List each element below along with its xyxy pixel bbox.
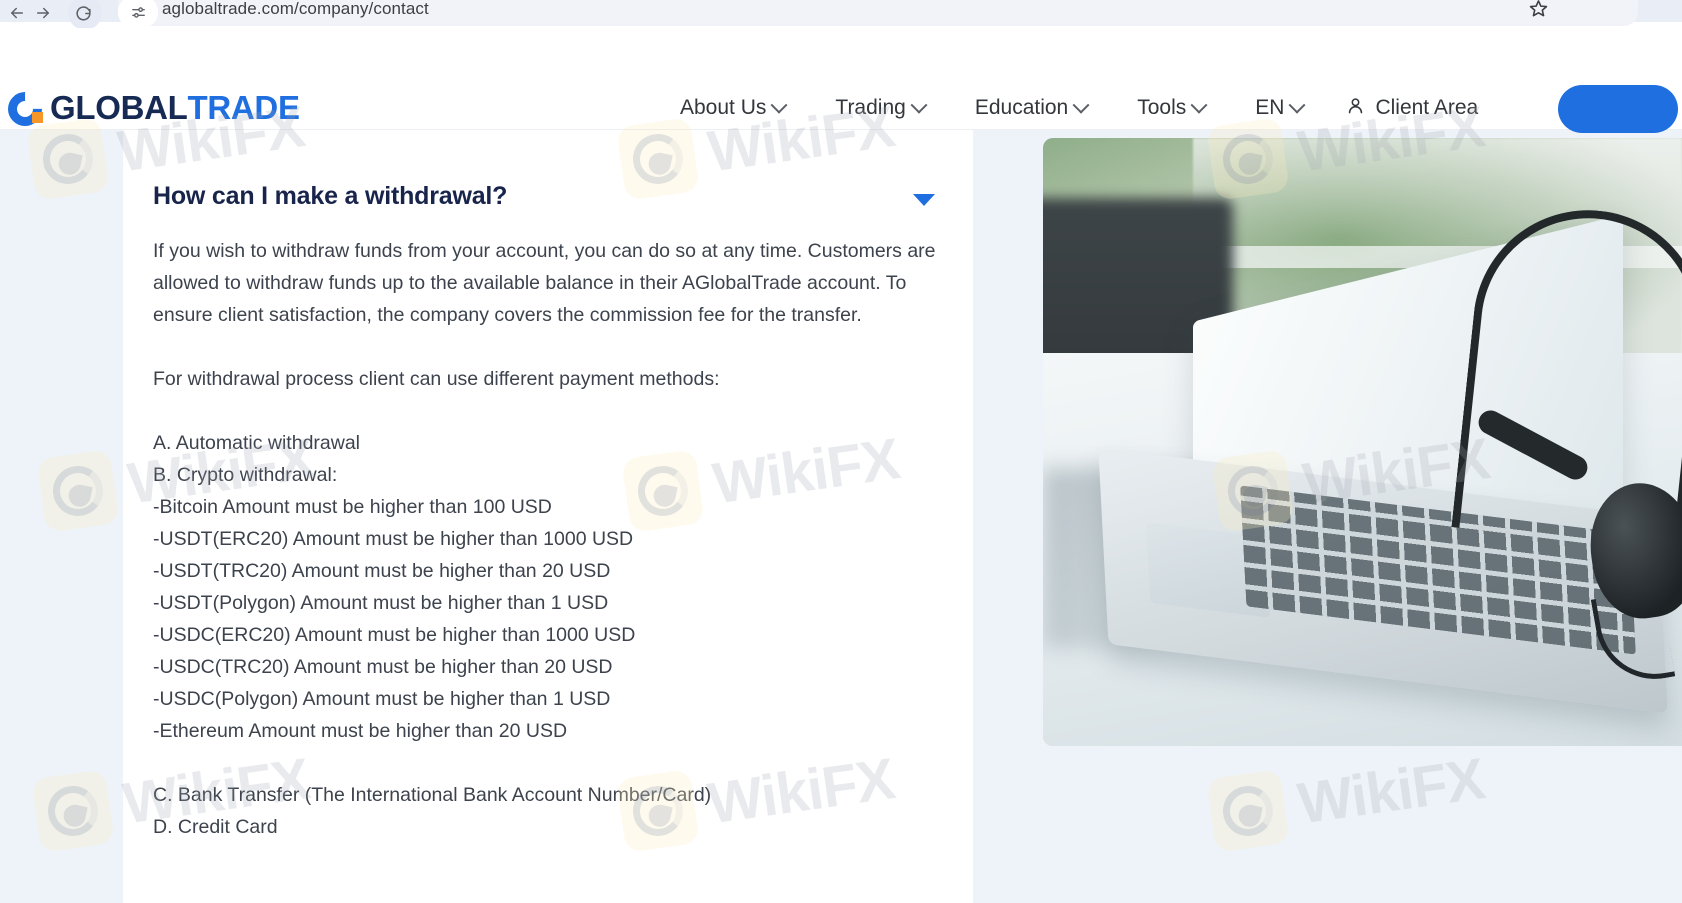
faq-question-title: How can I make a withdrawal? bbox=[153, 182, 508, 210]
faq-method-item: -USDT(ERC20) Amount must be higher than … bbox=[153, 528, 634, 550]
faq-method-item: A. Automatic withdrawal bbox=[153, 432, 361, 454]
nav-label-tools: Tools bbox=[1137, 96, 1187, 119]
site-header: GLOBAL TRADE About Us Trading Education T… bbox=[0, 28, 1682, 134]
caret-down-icon[interactable] bbox=[913, 194, 935, 206]
nav-item-education[interactable]: Education bbox=[950, 96, 1112, 120]
chevron-down-icon bbox=[1190, 96, 1208, 114]
logo-text-trade: TRADE bbox=[187, 89, 300, 126]
site-settings-icon[interactable] bbox=[118, 0, 158, 27]
logo-c-ring bbox=[0, 84, 50, 134]
chevron-down-icon bbox=[910, 96, 928, 114]
url-text[interactable]: aglobaltrade.com/company/contact bbox=[162, 0, 429, 23]
browser-toolbar: aglobaltrade.com/company/contact bbox=[0, 0, 1682, 30]
faq-method-item: -USDC(Polygon) Amount must be higher tha… bbox=[153, 688, 611, 710]
brand-logo[interactable]: GLOBAL TRADE bbox=[0, 84, 300, 134]
forward-arrow-icon[interactable] bbox=[26, 0, 60, 26]
user-person-icon bbox=[1346, 96, 1365, 121]
faq-intro-paragraph: If you wish to withdraw funds from your … bbox=[153, 240, 936, 326]
nav-item-client-area[interactable]: Client Area bbox=[1328, 96, 1496, 121]
faq-method-item: -USDT(TRC20) Amount must be higher than … bbox=[153, 560, 611, 582]
nav-item-trading[interactable]: Trading bbox=[810, 96, 949, 120]
faq-method-item: -Bitcoin Amount must be higher than 100 … bbox=[153, 496, 552, 518]
faq-accordion-header[interactable]: How can I make a withdrawal? bbox=[153, 182, 943, 222]
logo-text-global: GLOBAL bbox=[50, 89, 188, 126]
chevron-down-icon bbox=[1288, 96, 1306, 114]
faq-method-item: -Ethereum Amount must be higher than 20 … bbox=[153, 720, 568, 742]
reload-icon[interactable] bbox=[66, 0, 102, 30]
faq-method-item: -USDT(Polygon) Amount must be higher tha… bbox=[153, 592, 609, 614]
chevron-down-icon bbox=[1072, 96, 1090, 114]
bookmark-star-icon[interactable] bbox=[1524, 0, 1552, 22]
logo-accent-dot bbox=[32, 112, 43, 123]
faq-methods-lead: For withdrawal process client can use di… bbox=[153, 368, 720, 390]
faq-card: How can I make a withdrawal? If you wish… bbox=[123, 130, 973, 903]
nav-label-language: EN bbox=[1255, 96, 1285, 119]
c-logo-icon bbox=[0, 84, 50, 134]
chevron-down-icon bbox=[770, 96, 788, 114]
nav-item-language[interactable]: EN bbox=[1230, 96, 1328, 120]
nav-label-education: Education bbox=[974, 96, 1069, 119]
faq-method-item: B. Crypto withdrawal: bbox=[153, 464, 338, 486]
nav-label-about-us: About Us bbox=[680, 96, 767, 119]
faq-method-item: -USDC(ERC20) Amount must be higher than … bbox=[153, 624, 636, 646]
faq-method-item: C. Bank Transfer (The International Bank… bbox=[153, 784, 712, 806]
laptop-with-headset-photo bbox=[1043, 138, 1682, 746]
faq-answer-body: If you wish to withdraw funds from your … bbox=[153, 235, 953, 843]
faq-method-item: D. Credit Card bbox=[153, 816, 278, 838]
main-navigation: About Us Trading Education Tools EN Clie… bbox=[655, 88, 1496, 128]
page-body: How can I make a withdrawal? If you wish… bbox=[0, 130, 1682, 903]
nav-item-about-us[interactable]: About Us bbox=[655, 96, 810, 120]
header-cta-button[interactable] bbox=[1558, 85, 1678, 133]
nav-label-trading: Trading bbox=[835, 96, 906, 119]
nav-label-client-area: Client Area bbox=[1375, 96, 1479, 119]
faq-method-item: -USDC(TRC20) Amount must be higher than … bbox=[153, 656, 613, 678]
nav-item-tools[interactable]: Tools bbox=[1112, 96, 1230, 120]
